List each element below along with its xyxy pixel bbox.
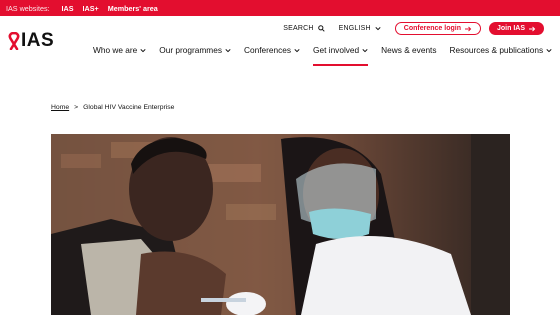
- nav-label: Get involved: [313, 45, 360, 55]
- join-ias-label: Join IAS: [496, 25, 525, 32]
- chevron-down-icon: [546, 48, 552, 52]
- breadcrumb-home-link[interactable]: Home: [51, 104, 69, 111]
- link-ias[interactable]: IAS: [62, 4, 74, 13]
- ias-logo[interactable]: IAS: [7, 30, 54, 52]
- conference-login-label: Conference login: [403, 25, 461, 32]
- breadcrumb-current: Global HIV Vaccine Enterprise: [83, 104, 175, 111]
- ias-websites-bar: IAS websites: IAS IAS+ Members' area: [0, 0, 560, 16]
- vaccination-photo: [51, 134, 510, 315]
- chevron-down-icon: [362, 48, 368, 52]
- language-selector[interactable]: ENGLISH: [339, 25, 381, 32]
- conference-login-button[interactable]: Conference login: [394, 22, 481, 35]
- search-label: SEARCH: [283, 25, 314, 32]
- link-ias-plus[interactable]: IAS+: [83, 4, 99, 13]
- red-ribbon-icon: [8, 32, 20, 50]
- search-toggle[interactable]: SEARCH: [283, 25, 325, 32]
- language-label: ENGLISH: [338, 25, 371, 32]
- nav-label: Our programmes: [159, 45, 222, 55]
- breadcrumb-separator: >: [74, 104, 79, 111]
- utility-bar: SEARCH ENGLISH Conference login Join IAS: [283, 22, 544, 35]
- nav-get-involved[interactable]: Get involved: [313, 45, 369, 66]
- nav-resources-publications[interactable]: Resources & publications: [450, 45, 553, 55]
- nav-conferences[interactable]: Conferences: [244, 45, 300, 55]
- ias-websites-label: IAS websites:: [6, 3, 50, 13]
- search-icon: [317, 25, 325, 32]
- arrow-right-icon: [529, 26, 536, 31]
- chevron-down-icon: [140, 48, 146, 52]
- nav-label: News & events: [381, 45, 437, 55]
- hero-image: [51, 134, 510, 315]
- nav-who-we-are[interactable]: Who we are: [93, 45, 146, 55]
- chevron-down-icon: [294, 48, 300, 52]
- link-members-area[interactable]: Members' area: [108, 4, 158, 13]
- site-header: IAS SEARCH ENGLISH Conference login Join…: [0, 16, 560, 68]
- nav-our-programmes[interactable]: Our programmes: [159, 45, 231, 55]
- join-ias-button[interactable]: Join IAS: [488, 22, 544, 35]
- breadcrumb: Home > Global HIV Vaccine Enterprise: [51, 104, 174, 111]
- arrow-right-icon: [464, 26, 472, 31]
- nav-news-events[interactable]: News & events: [381, 45, 436, 55]
- chevron-down-icon: [225, 48, 231, 52]
- chevron-down-icon: [375, 27, 381, 31]
- main-nav: Who we are Our programmes Conferences Ge…: [93, 45, 560, 66]
- nav-label: Resources & publications: [449, 45, 544, 55]
- logo-text: IAS: [21, 30, 55, 51]
- nav-label: Who we are: [93, 45, 138, 55]
- nav-label: Conferences: [244, 45, 292, 55]
